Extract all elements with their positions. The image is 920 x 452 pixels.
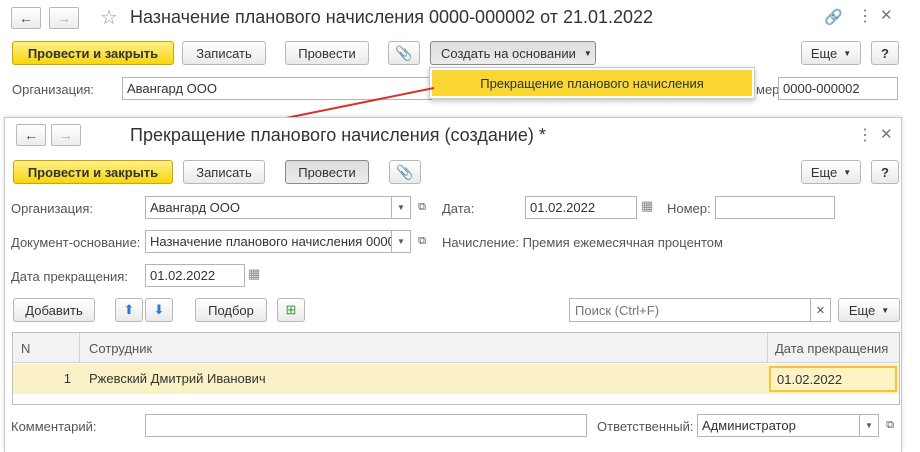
base-document-open-icon[interactable]: ⧉ — [413, 230, 431, 253]
forward-button[interactable]: → — [51, 124, 81, 146]
end-date-field[interactable]: 01.02.2022 — [145, 264, 245, 287]
page-title: Прекращение планового начисления (создан… — [130, 125, 546, 145]
number-field[interactable] — [715, 196, 835, 219]
organization-dropdown-button[interactable]: ▼ — [391, 196, 411, 219]
clear-search-button[interactable]: ✕ — [811, 298, 831, 322]
post-button[interactable]: Провести — [285, 160, 369, 184]
employees-table: N Сотрудник Дата прекращения 1 Ржевский … — [12, 332, 900, 405]
table-row[interactable]: 1 Ржевский Дмитрий Иванович 01.02.2022 — [13, 364, 899, 394]
date-label: Дата: — [442, 201, 475, 216]
more-vertical-icon[interactable]: ⋮ — [857, 125, 873, 145]
table-header: N Сотрудник Дата прекращения — [13, 333, 899, 363]
attachment-button[interactable]: 📎 — [389, 160, 421, 184]
post-and-close-button[interactable]: Провести и закрыть — [13, 160, 173, 184]
chevron-down-icon: ▼ — [881, 305, 890, 315]
comment-label: Комментарий: — [11, 419, 97, 434]
table-more-label: Еще — [848, 302, 876, 318]
table-settings-button[interactable]: ⊞ — [277, 298, 305, 322]
arrow-down-icon: ⬇ — [153, 302, 165, 317]
responsible-open-icon[interactable]: ⧉ — [881, 414, 899, 437]
base-document-field[interactable]: Назначение планового начисления 0000 — [145, 230, 393, 253]
organization-open-icon[interactable]: ⧉ — [413, 196, 431, 219]
pick-button[interactable]: Подбор — [195, 298, 267, 322]
date-field[interactable]: 01.02.2022 — [525, 196, 637, 219]
calendar-icon[interactable]: ▦ — [641, 198, 653, 214]
row-end-date[interactable]: 01.02.2022 — [769, 366, 897, 392]
comment-field[interactable] — [145, 414, 587, 437]
save-button[interactable]: Записать — [183, 160, 265, 184]
more-label: Еще — [810, 164, 838, 180]
base-document-label: Документ-основание: — [11, 235, 141, 250]
back-button[interactable]: ← — [16, 124, 46, 146]
number-label: Номер: — [667, 201, 711, 216]
header-n[interactable]: N — [21, 341, 30, 356]
row-employee: Ржевский Дмитрий Иванович — [89, 371, 266, 386]
end-date-label: Дата прекращения: — [11, 269, 128, 284]
row-n: 1 — [63, 371, 71, 386]
more-button[interactable]: Еще ▼ — [801, 160, 861, 184]
arrow-up-icon: ⬆ — [123, 302, 135, 317]
organization-field[interactable]: Авангард ООО — [145, 196, 393, 219]
calendar-icon[interactable]: ▦ — [248, 266, 260, 282]
table-add-icon: ⊞ — [285, 302, 297, 317]
header-end-date[interactable]: Дата прекращения — [775, 341, 888, 356]
foreground-window: ← → Прекращение планового начисления (со… — [4, 117, 902, 452]
responsible-dropdown-button[interactable]: ▼ — [859, 414, 879, 437]
responsible-label: Ответственный: — [597, 419, 694, 434]
move-down-button[interactable]: ⬇ — [145, 298, 173, 322]
header-employee[interactable]: Сотрудник — [89, 341, 152, 356]
search-input[interactable] — [569, 298, 811, 322]
add-button[interactable]: Добавить — [13, 298, 95, 322]
table-more-button[interactable]: Еще ▼ — [838, 298, 900, 322]
close-icon[interactable]: ✕ — [880, 125, 893, 143]
base-document-dropdown-button[interactable]: ▼ — [391, 230, 411, 253]
move-up-button[interactable]: ⬆ — [115, 298, 143, 322]
paperclip-icon: 📎 — [396, 163, 414, 180]
organization-label: Организация: — [11, 201, 94, 216]
accrual-text: Начисление: Премия ежемесячная процентом — [442, 235, 723, 250]
header-sep — [767, 333, 768, 363]
chevron-down-icon: ▼ — [843, 167, 852, 177]
responsible-field[interactable]: Администратор — [697, 414, 861, 437]
help-button[interactable]: ? — [871, 160, 899, 184]
header-sep — [79, 333, 80, 363]
